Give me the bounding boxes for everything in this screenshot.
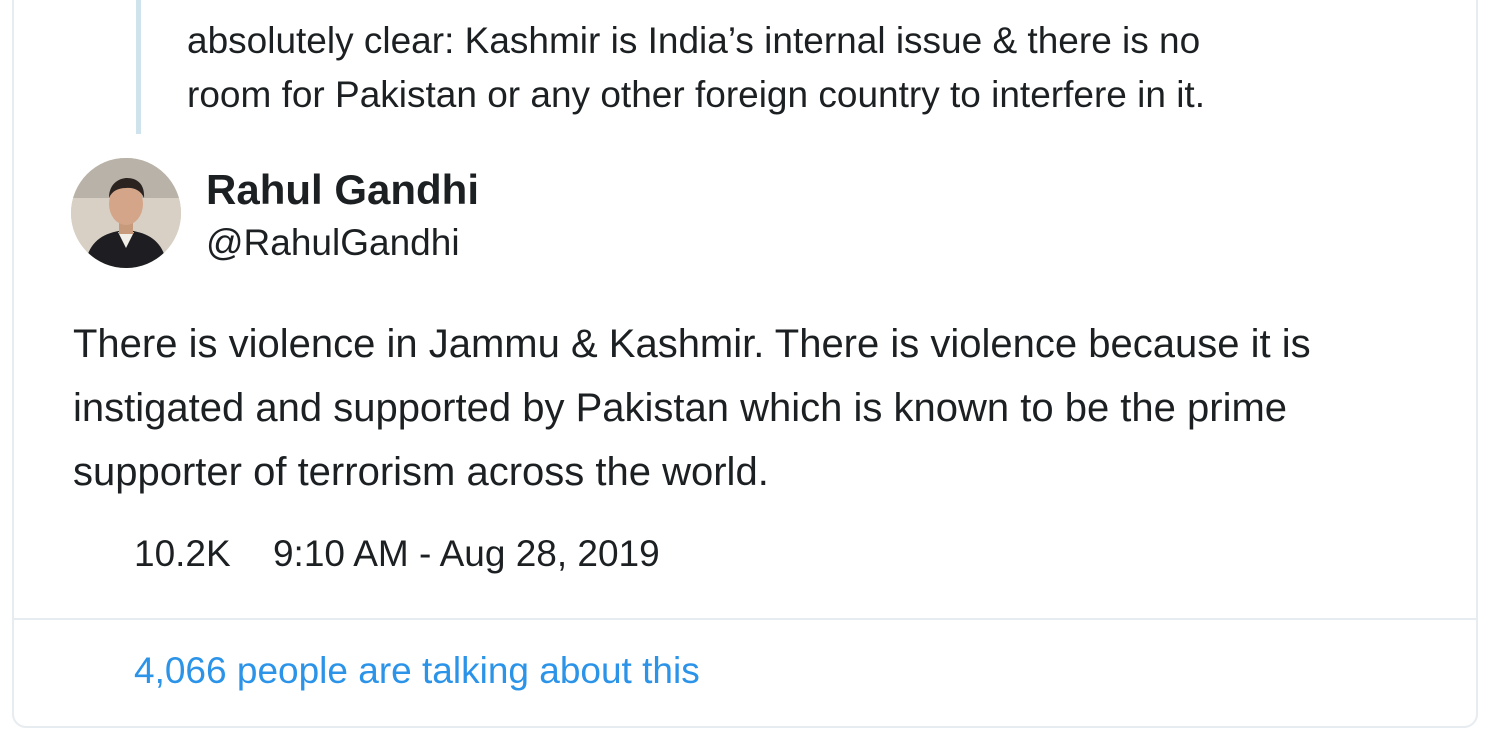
tweet-text: There is violence in Jammu & Kashmir. Th… xyxy=(73,322,1311,494)
author-name[interactable]: Rahul Gandhi xyxy=(206,166,479,214)
tweet-timestamp[interactable]: 9:10 AM - Aug 28, 2019 xyxy=(273,533,660,574)
like-count[interactable]: 10.2K xyxy=(134,533,231,574)
author-handle[interactable]: @RahulGandhi xyxy=(206,222,460,264)
parent-tweet-line: room for Pakistan or any other foreign c… xyxy=(187,74,1205,115)
user-avatar-icon xyxy=(71,158,181,268)
avatar[interactable] xyxy=(71,158,181,268)
parent-tweet-text: absolutely clear: Kashmir is India’s int… xyxy=(187,14,1437,122)
parent-tweet-line: absolutely clear: Kashmir is India’s int… xyxy=(187,20,1201,61)
tweet-meta: 10.2K 9:10 AM - Aug 28, 2019 xyxy=(134,533,660,575)
people-talking-link[interactable]: 4,066 people are talking about this xyxy=(134,650,700,692)
thread-connector-line xyxy=(136,0,141,134)
divider xyxy=(14,618,1476,620)
